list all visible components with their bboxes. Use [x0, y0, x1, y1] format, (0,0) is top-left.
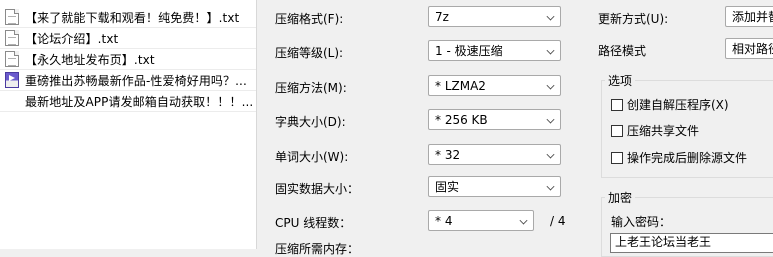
solid-label: 固实数据大小： [275, 182, 360, 196]
file-name: 【论坛介绍】.txt [25, 31, 119, 46]
dict-select[interactable]: * 256 KB [428, 109, 561, 130]
shared-files-label: 压缩共享文件 [627, 124, 700, 138]
file-list: 【来了就能下载和观看！纯免费！】.txt 【论坛介绍】.txt 【永久地址发布页… [0, 0, 257, 249]
cpu-total: / 4 [550, 214, 566, 228]
file-item[interactable]: 【论坛介绍】.txt [0, 28, 256, 49]
file-item[interactable]: 【来了就能下载和观看！纯免费！】.txt [0, 7, 256, 28]
chevron-down-icon [519, 216, 528, 225]
chevron-down-icon [546, 182, 555, 191]
chevron-down-icon [546, 81, 555, 90]
cpu-label: CPU 线程数： [275, 216, 352, 230]
file-item[interactable]: 【永久地址发布页】.txt [0, 49, 256, 70]
update-value: 添加并替 [732, 10, 773, 24]
level-select[interactable]: 1 - 极速压缩 [428, 40, 561, 61]
method-value: * LZMA2 [435, 78, 486, 93]
options-title: 选项 [605, 72, 636, 89]
checkbox-icon [611, 124, 623, 137]
txt-file-icon [5, 30, 19, 46]
format-label: 压缩格式(F): [275, 12, 344, 26]
update-label: 更新方式(U): [598, 12, 669, 26]
checkbox-icon [611, 151, 623, 164]
chevron-down-icon [546, 46, 555, 55]
chevron-down-icon [546, 115, 555, 124]
dict-value: * 256 KB [435, 112, 488, 127]
level-label: 压缩等级(L): [275, 46, 344, 60]
path-select[interactable]: 相对路径 [725, 38, 773, 59]
solid-select[interactable]: 固实 [428, 176, 561, 197]
password-label: 输入密码： [611, 215, 672, 229]
txt-file-icon [5, 51, 19, 67]
file-name: 最新地址及APP请发邮箱自动获取！！！... [25, 94, 254, 109]
chevron-down-icon [546, 150, 555, 159]
format-select[interactable]: 7z [428, 6, 561, 27]
file-name: 【永久地址发布页】.txt [25, 52, 155, 67]
checkbox-icon [611, 98, 623, 111]
file-name: 【来了就能下载和观看！纯免费！】.txt [25, 10, 240, 25]
file-name: 重磅推出苏畅最新作品-性爱椅好用吗？... [25, 73, 247, 88]
chevron-down-icon [546, 12, 555, 21]
update-select[interactable]: 添加并替 [725, 6, 773, 27]
password-value: 上老王论坛当老王 [615, 235, 712, 249]
delete-source-label: 操作完成后删除源文件 [627, 151, 748, 165]
word-label: 单词大小(W): [275, 150, 349, 164]
cpu-select[interactable]: * 4 [428, 210, 534, 231]
cpu-value: * 4 [435, 213, 453, 228]
encryption-title: 加密 [605, 189, 636, 206]
file-item[interactable]: 重磅推出苏畅最新作品-性爱椅好用吗？... [0, 70, 256, 91]
level-value: 1 - 极速压缩 [435, 44, 503, 58]
path-value: 相对路径 [732, 42, 773, 56]
blank-file-icon [5, 93, 19, 109]
sfx-label: 创建自解压程序(X) [627, 98, 729, 112]
file-item[interactable]: 最新地址及APP请发邮箱自动获取！！！... [0, 91, 256, 112]
method-label: 压缩方法(M): [275, 81, 347, 95]
sfx-checkbox[interactable]: 创建自解压程序(X) [611, 96, 729, 113]
format-value: 7z [435, 9, 449, 24]
word-select[interactable]: * 32 [428, 144, 561, 165]
txt-file-icon [5, 9, 19, 25]
mp4-file-icon [5, 72, 19, 88]
delete-source-checkbox[interactable]: 操作完成后删除源文件 [611, 149, 747, 166]
solid-value: 固实 [435, 180, 460, 194]
path-label: 路径模式 [598, 44, 647, 58]
word-value: * 32 [435, 147, 461, 162]
method-select[interactable]: * LZMA2 [428, 75, 561, 96]
password-input[interactable]: 上老王论坛当老王 [610, 233, 773, 253]
dict-label: 字典大小(D): [275, 115, 346, 129]
shared-files-checkbox[interactable]: 压缩共享文件 [611, 122, 699, 139]
